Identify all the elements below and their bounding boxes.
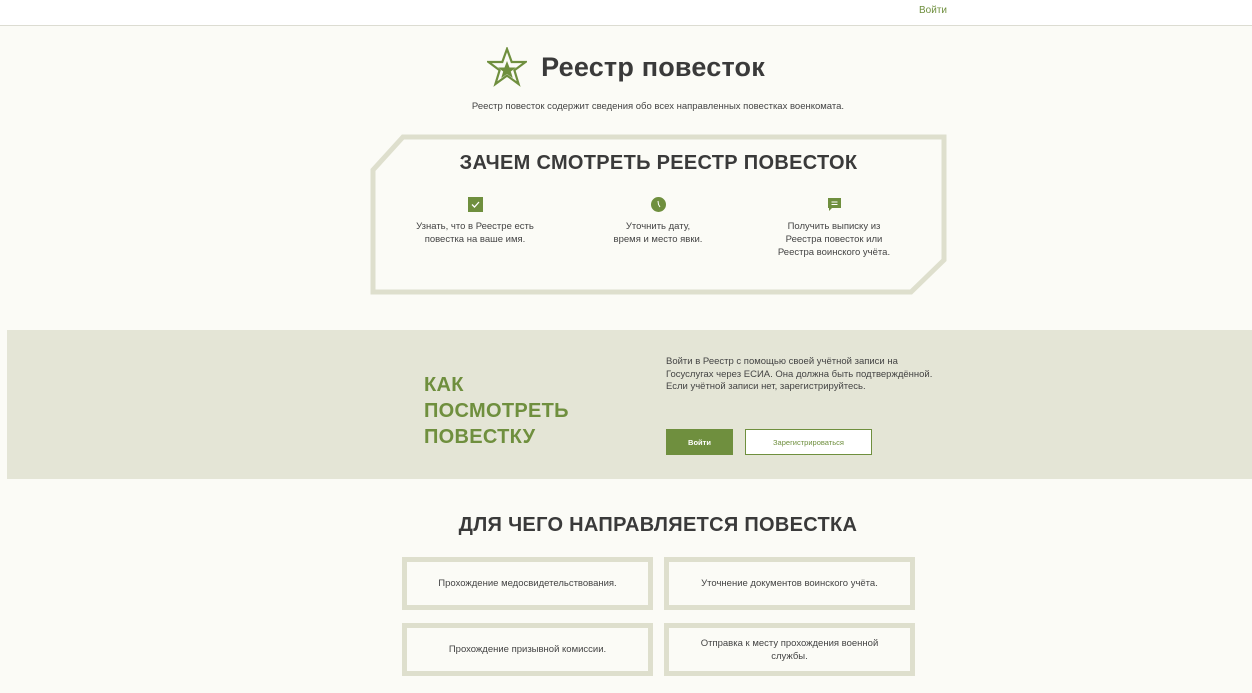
top-bar: Войти: [0, 0, 1252, 26]
purpose-card: Отправка к месту прохождения военной слу…: [664, 623, 915, 676]
why-item-extract: Получить выписку из Реестра повесток или…: [754, 197, 914, 259]
why-item-text: Уточнить дату,: [625, 221, 691, 232]
why-item-text: Реестра воинского учёта.: [777, 247, 891, 258]
how-title-line: ПОВЕСТКУ: [424, 426, 536, 448]
how-title-line: КАК: [424, 374, 464, 396]
clock-icon: [650, 197, 666, 212]
page-subtitle: Реестр повесток содержит сведения обо вс…: [471, 101, 845, 112]
page-title-block: Реестр повесток: [0, 47, 1252, 87]
how-to-view-section: [7, 330, 1252, 479]
why-item-text: время и место явки.: [613, 234, 703, 245]
how-title-line: ПОСМОТРЕТЬ: [424, 400, 569, 422]
page-title: Реестр повесток: [541, 51, 765, 82]
why-item-text: Получить выписку из: [787, 221, 881, 232]
purpose-card: Прохождение медосвидетельствования.: [402, 557, 653, 610]
why-item-date: Уточнить дату, время и место явки.: [578, 197, 738, 246]
why-item-text: Узнать, что в Реестре есть: [416, 221, 534, 232]
why-item-text: повестка на ваше имя.: [424, 234, 526, 245]
why-section-title: ЗАЧЕМ СМОТРЕТЬ РЕЕСТР ПОВЕСТОК: [459, 152, 858, 174]
login-button[interactable]: Войти: [666, 429, 733, 455]
checkbox-icon: [467, 197, 483, 212]
purpose-card: Уточнение документов воинского учёта.: [664, 557, 915, 610]
header-login-link[interactable]: Войти: [919, 5, 947, 16]
purpose-section-title: ДЛЯ ЧЕГО НАПРАВЛЯЕТСЯ ПОВЕСТКА: [458, 514, 858, 536]
how-section-text: Войти в Реестр с помощью своей учётной з…: [666, 356, 933, 392]
star-logo-icon: [487, 47, 528, 87]
how-section-title: КАК ПОСМОТРЕТЬ ПОВЕСТКУ: [424, 372, 624, 450]
why-item-text: Реестра повесток или: [785, 234, 883, 245]
why-item-name-check: Узнать, что в Реестре есть повестка на в…: [395, 197, 555, 246]
register-button[interactable]: Зарегистрироваться: [745, 429, 872, 455]
message-icon: [827, 198, 841, 211]
purpose-card: Прохождение призывной комиссии.: [402, 623, 653, 676]
